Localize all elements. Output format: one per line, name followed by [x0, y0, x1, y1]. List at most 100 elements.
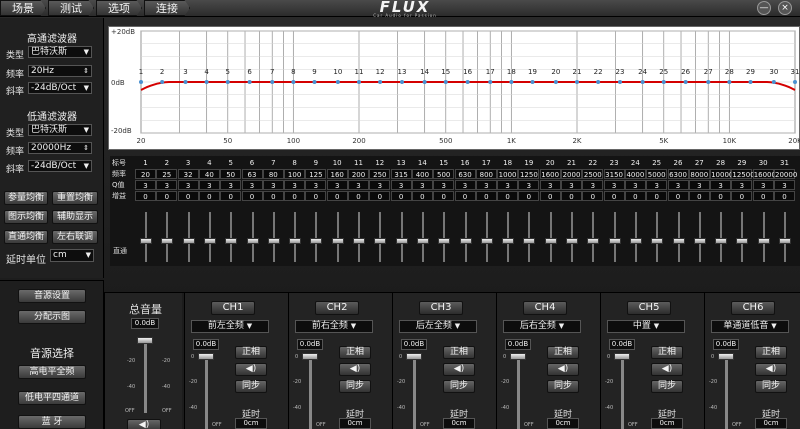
- sync-button[interactable]: 同步: [443, 380, 475, 393]
- channel-fader-knob[interactable]: [302, 353, 318, 360]
- band-freq[interactable]: 3150: [603, 169, 625, 179]
- slider-knob[interactable]: [480, 238, 493, 244]
- band-gain[interactable]: 0: [454, 191, 476, 201]
- slider-knob[interactable]: [587, 238, 600, 244]
- bypass-eq-button[interactable]: 直通均衡: [4, 230, 48, 244]
- band-gain[interactable]: 0: [561, 191, 582, 201]
- band-point[interactable]: [553, 80, 558, 84]
- band-gain[interactable]: 0: [348, 191, 369, 201]
- band-q[interactable]: 3: [539, 180, 561, 190]
- band-q[interactable]: 3: [369, 180, 391, 190]
- band-gain-slider[interactable]: [582, 208, 604, 266]
- tab-scene[interactable]: 场景: [0, 0, 46, 16]
- band-gain[interactable]: 0: [411, 191, 433, 201]
- band-freq[interactable]: 16000: [752, 169, 776, 179]
- source-bluetooth-button[interactable]: 蓝 牙: [18, 415, 86, 429]
- band-q[interactable]: 3: [262, 180, 284, 190]
- slider-knob[interactable]: [736, 238, 749, 244]
- band-gain-slider[interactable]: [199, 208, 221, 266]
- lp-slope-select[interactable]: -24dB/Oct ▼: [28, 160, 92, 172]
- tab-connect[interactable]: 连接: [144, 0, 190, 16]
- eq-response-graph[interactable]: +20dB 0dB -20dB 20 50 100 200 500 1K 2K 5K 10K 20K 1 2…: [108, 26, 800, 150]
- band-gain-slider[interactable]: [242, 208, 264, 266]
- delay-field[interactable]: 0cm: [443, 418, 475, 429]
- band-gain[interactable]: 0: [774, 191, 795, 201]
- band-point[interactable]: [225, 80, 230, 84]
- mute-button[interactable]: ◀): [755, 363, 787, 376]
- band-gain-slider[interactable]: [391, 208, 413, 266]
- band-point[interactable]: [618, 80, 623, 84]
- band-freq[interactable]: 20: [135, 169, 156, 179]
- band-freq[interactable]: 2500: [582, 169, 604, 179]
- tab-test[interactable]: 测试: [48, 0, 94, 16]
- slider-knob[interactable]: [715, 238, 728, 244]
- band-gain-slider[interactable]: [178, 208, 200, 266]
- band-gain[interactable]: 0: [177, 191, 199, 201]
- channel-name-button[interactable]: CH2: [315, 301, 359, 315]
- band-point[interactable]: [204, 80, 209, 84]
- band-gain[interactable]: 0: [731, 191, 753, 201]
- channel-name-button[interactable]: CH4: [523, 301, 567, 315]
- slider-knob[interactable]: [502, 238, 515, 244]
- slider-knob[interactable]: [225, 238, 238, 244]
- band-gain[interactable]: 0: [518, 191, 540, 201]
- band-freq[interactable]: 6300: [667, 169, 689, 179]
- band-q[interactable]: 3: [156, 180, 178, 190]
- channel-assign-select[interactable]: 前左全频 ▼: [191, 320, 269, 333]
- band-gain[interactable]: 0: [539, 191, 561, 201]
- band-gain[interactable]: 0: [369, 191, 391, 201]
- link-lr-button[interactable]: 左右联调: [52, 230, 98, 244]
- band-point[interactable]: [378, 80, 383, 84]
- band-q[interactable]: 3: [582, 180, 604, 190]
- channel-name-button[interactable]: CH5: [627, 301, 671, 315]
- band-gain[interactable]: 0: [241, 191, 263, 201]
- band-gain-slider[interactable]: [518, 208, 540, 266]
- assign-diagram-button[interactable]: 分配示图: [18, 310, 86, 324]
- slider-knob[interactable]: [374, 238, 387, 244]
- band-freq[interactable]: 8000: [688, 169, 710, 179]
- slider-knob[interactable]: [246, 238, 259, 244]
- band-gain-slider[interactable]: [305, 208, 327, 266]
- band-gain[interactable]: 0: [710, 191, 732, 201]
- band-gain-slider[interactable]: [689, 208, 711, 266]
- sync-button[interactable]: 同步: [755, 380, 787, 393]
- band-point[interactable]: [183, 80, 188, 84]
- lp-freq-stepper[interactable]: 20000Hz ⇕: [28, 142, 92, 154]
- band-gain[interactable]: 0: [326, 191, 348, 201]
- slider-knob[interactable]: [693, 238, 706, 244]
- band-q[interactable]: 3: [688, 180, 710, 190]
- band-point[interactable]: [291, 80, 296, 84]
- slider-knob[interactable]: [544, 238, 557, 244]
- band-point[interactable]: [335, 80, 340, 84]
- band-q[interactable]: 3: [646, 180, 668, 190]
- phase-button[interactable]: 正相: [547, 346, 579, 359]
- channel-assign-select[interactable]: 后右全频 ▼: [503, 320, 581, 333]
- band-gain-slider[interactable]: [540, 208, 562, 266]
- band-freq[interactable]: 125: [305, 169, 327, 179]
- slider-knob[interactable]: [523, 238, 536, 244]
- band-freq[interactable]: 315: [390, 169, 412, 179]
- band-gain[interactable]: 0: [497, 191, 519, 201]
- band-freq[interactable]: 10000: [710, 169, 733, 179]
- sync-button[interactable]: 同步: [547, 380, 579, 393]
- band-point[interactable]: [530, 80, 535, 84]
- band-q[interactable]: 3: [305, 180, 327, 190]
- band-gain-slider[interactable]: [497, 208, 519, 266]
- band-gain[interactable]: 0: [667, 191, 689, 201]
- band-freq[interactable]: 400: [411, 169, 433, 179]
- slider-knob[interactable]: [331, 238, 344, 244]
- slider-knob[interactable]: [779, 238, 791, 244]
- band-point[interactable]: [727, 80, 732, 84]
- hp-slope-select[interactable]: -24dB/Oct ▼: [28, 82, 92, 94]
- hp-type-select[interactable]: 巴特沃斯 ▼: [28, 46, 92, 58]
- band-point[interactable]: [509, 80, 514, 84]
- band-q[interactable]: 3: [348, 180, 369, 190]
- band-freq[interactable]: 2000: [561, 169, 582, 179]
- band-gain[interactable]: 0: [305, 191, 327, 201]
- band-q[interactable]: 3: [454, 180, 476, 190]
- band-gain-slider[interactable]: [668, 208, 690, 266]
- slider-knob[interactable]: [672, 238, 685, 244]
- band-gain-slider[interactable]: [561, 208, 583, 266]
- delay-field[interactable]: 0cm: [339, 418, 371, 429]
- band-q[interactable]: 3: [667, 180, 689, 190]
